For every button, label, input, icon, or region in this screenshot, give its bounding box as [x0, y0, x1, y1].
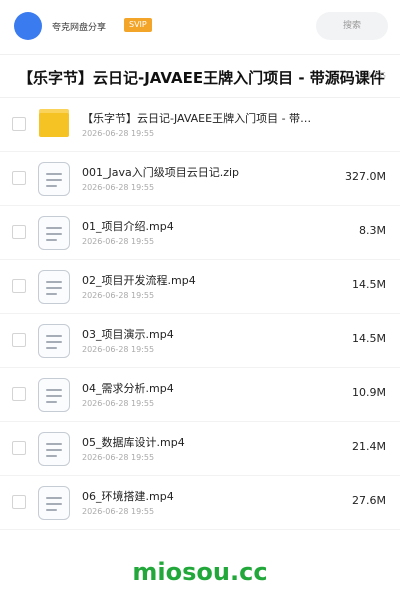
footer: miosou.cc [0, 548, 400, 600]
file-date: 2026-06-28 19:55 [82, 453, 155, 462]
file-name: 02_项目开发流程.mp4 [82, 274, 196, 287]
select-checkbox[interactable] [12, 441, 26, 455]
list-item[interactable]: 05_数据库设计.mp4 2026-06-28 19:55 21.4M [0, 422, 400, 476]
file-name: 01_项目介绍.mp4 [82, 220, 174, 233]
file-list: 【乐字节】云日记-JAVAEE王牌入门项目 - 带源码课件 2026-06-28… [0, 98, 400, 530]
folder-icon [38, 108, 70, 142]
file-name: 001_Java入门级项目云日记.zip [82, 166, 240, 179]
file-size: 14.5M [352, 278, 386, 291]
file-icon [38, 162, 70, 196]
file-size: 14.5M [352, 332, 386, 345]
list-item[interactable]: 01_项目介绍.mp4 2026-06-28 19:55 8.3M [0, 206, 400, 260]
username: 夸克网盘分享 [52, 23, 107, 33]
select-checkbox[interactable] [12, 495, 26, 509]
file-size: 8.3M [359, 224, 386, 237]
file-name: 【乐字节】云日记-JAVAEE王牌入门项目 - 带源码课件 [82, 112, 312, 125]
list-item[interactable]: 06_环境搭建.mp4 2026-06-28 19:55 27.6M [0, 476, 400, 530]
file-name: 05_数据库设计.mp4 [82, 436, 185, 449]
app-header: 夸克网盘分享 SVIP 搜索 [0, 0, 400, 54]
file-name: 06_环境搭建.mp4 [82, 490, 174, 503]
file-icon [38, 270, 70, 304]
file-date: 2026-06-28 19:55 [82, 237, 155, 246]
file-date: 2026-06-28 19:55 [82, 345, 155, 354]
file-icon [38, 378, 70, 412]
list-item[interactable]: 02_项目开发流程.mp4 2026-06-28 19:55 14.5M [0, 260, 400, 314]
svip-badge: SVIP [124, 18, 152, 32]
search-input[interactable]: 搜索 [316, 12, 388, 40]
file-date: 2026-06-28 19:55 [82, 399, 155, 408]
page-title: 【乐字节】云日记-JAVAEE王牌入门项目 - 带源码课件 [18, 69, 385, 87]
file-size: 21.4M [352, 440, 386, 453]
file-date: 2026-06-28 19:55 [82, 183, 155, 192]
file-date: 2026-06-28 19:55 [82, 507, 155, 516]
select-checkbox[interactable] [12, 333, 26, 347]
select-checkbox[interactable] [12, 171, 26, 185]
list-item[interactable]: 03_项目演示.mp4 2026-06-28 19:55 14.5M [0, 314, 400, 368]
file-size: 10.9M [352, 386, 386, 399]
file-icon [38, 432, 70, 466]
total-size: 1.5G [367, 71, 386, 80]
file-date: 2026-06-28 19:55 [82, 129, 155, 138]
share-title-bar: 【乐字节】云日记-JAVAEE王牌入门项目 - 带源码课件 1.5G [0, 54, 400, 98]
file-icon [38, 486, 70, 520]
brand-watermark: miosou.cc [132, 558, 268, 586]
file-name: 04_需求分析.mp4 [82, 382, 174, 395]
file-icon [38, 216, 70, 250]
file-date: 2026-06-28 19:55 [82, 291, 155, 300]
list-item[interactable]: 001_Java入门级项目云日记.zip 2026-06-28 19:55 32… [0, 152, 400, 206]
list-item[interactable]: 04_需求分析.mp4 2026-06-28 19:55 10.9M [0, 368, 400, 422]
list-item[interactable]: 【乐字节】云日记-JAVAEE王牌入门项目 - 带源码课件 2026-06-28… [0, 98, 400, 152]
user-avatar[interactable] [14, 12, 42, 40]
file-name: 03_项目演示.mp4 [82, 328, 174, 341]
select-checkbox[interactable] [12, 387, 26, 401]
select-checkbox[interactable] [12, 225, 26, 239]
file-size: 327.0M [345, 170, 386, 183]
select-checkbox[interactable] [12, 279, 26, 293]
file-size: 27.6M [352, 494, 386, 507]
file-icon [38, 324, 70, 358]
select-checkbox[interactable] [12, 117, 26, 131]
